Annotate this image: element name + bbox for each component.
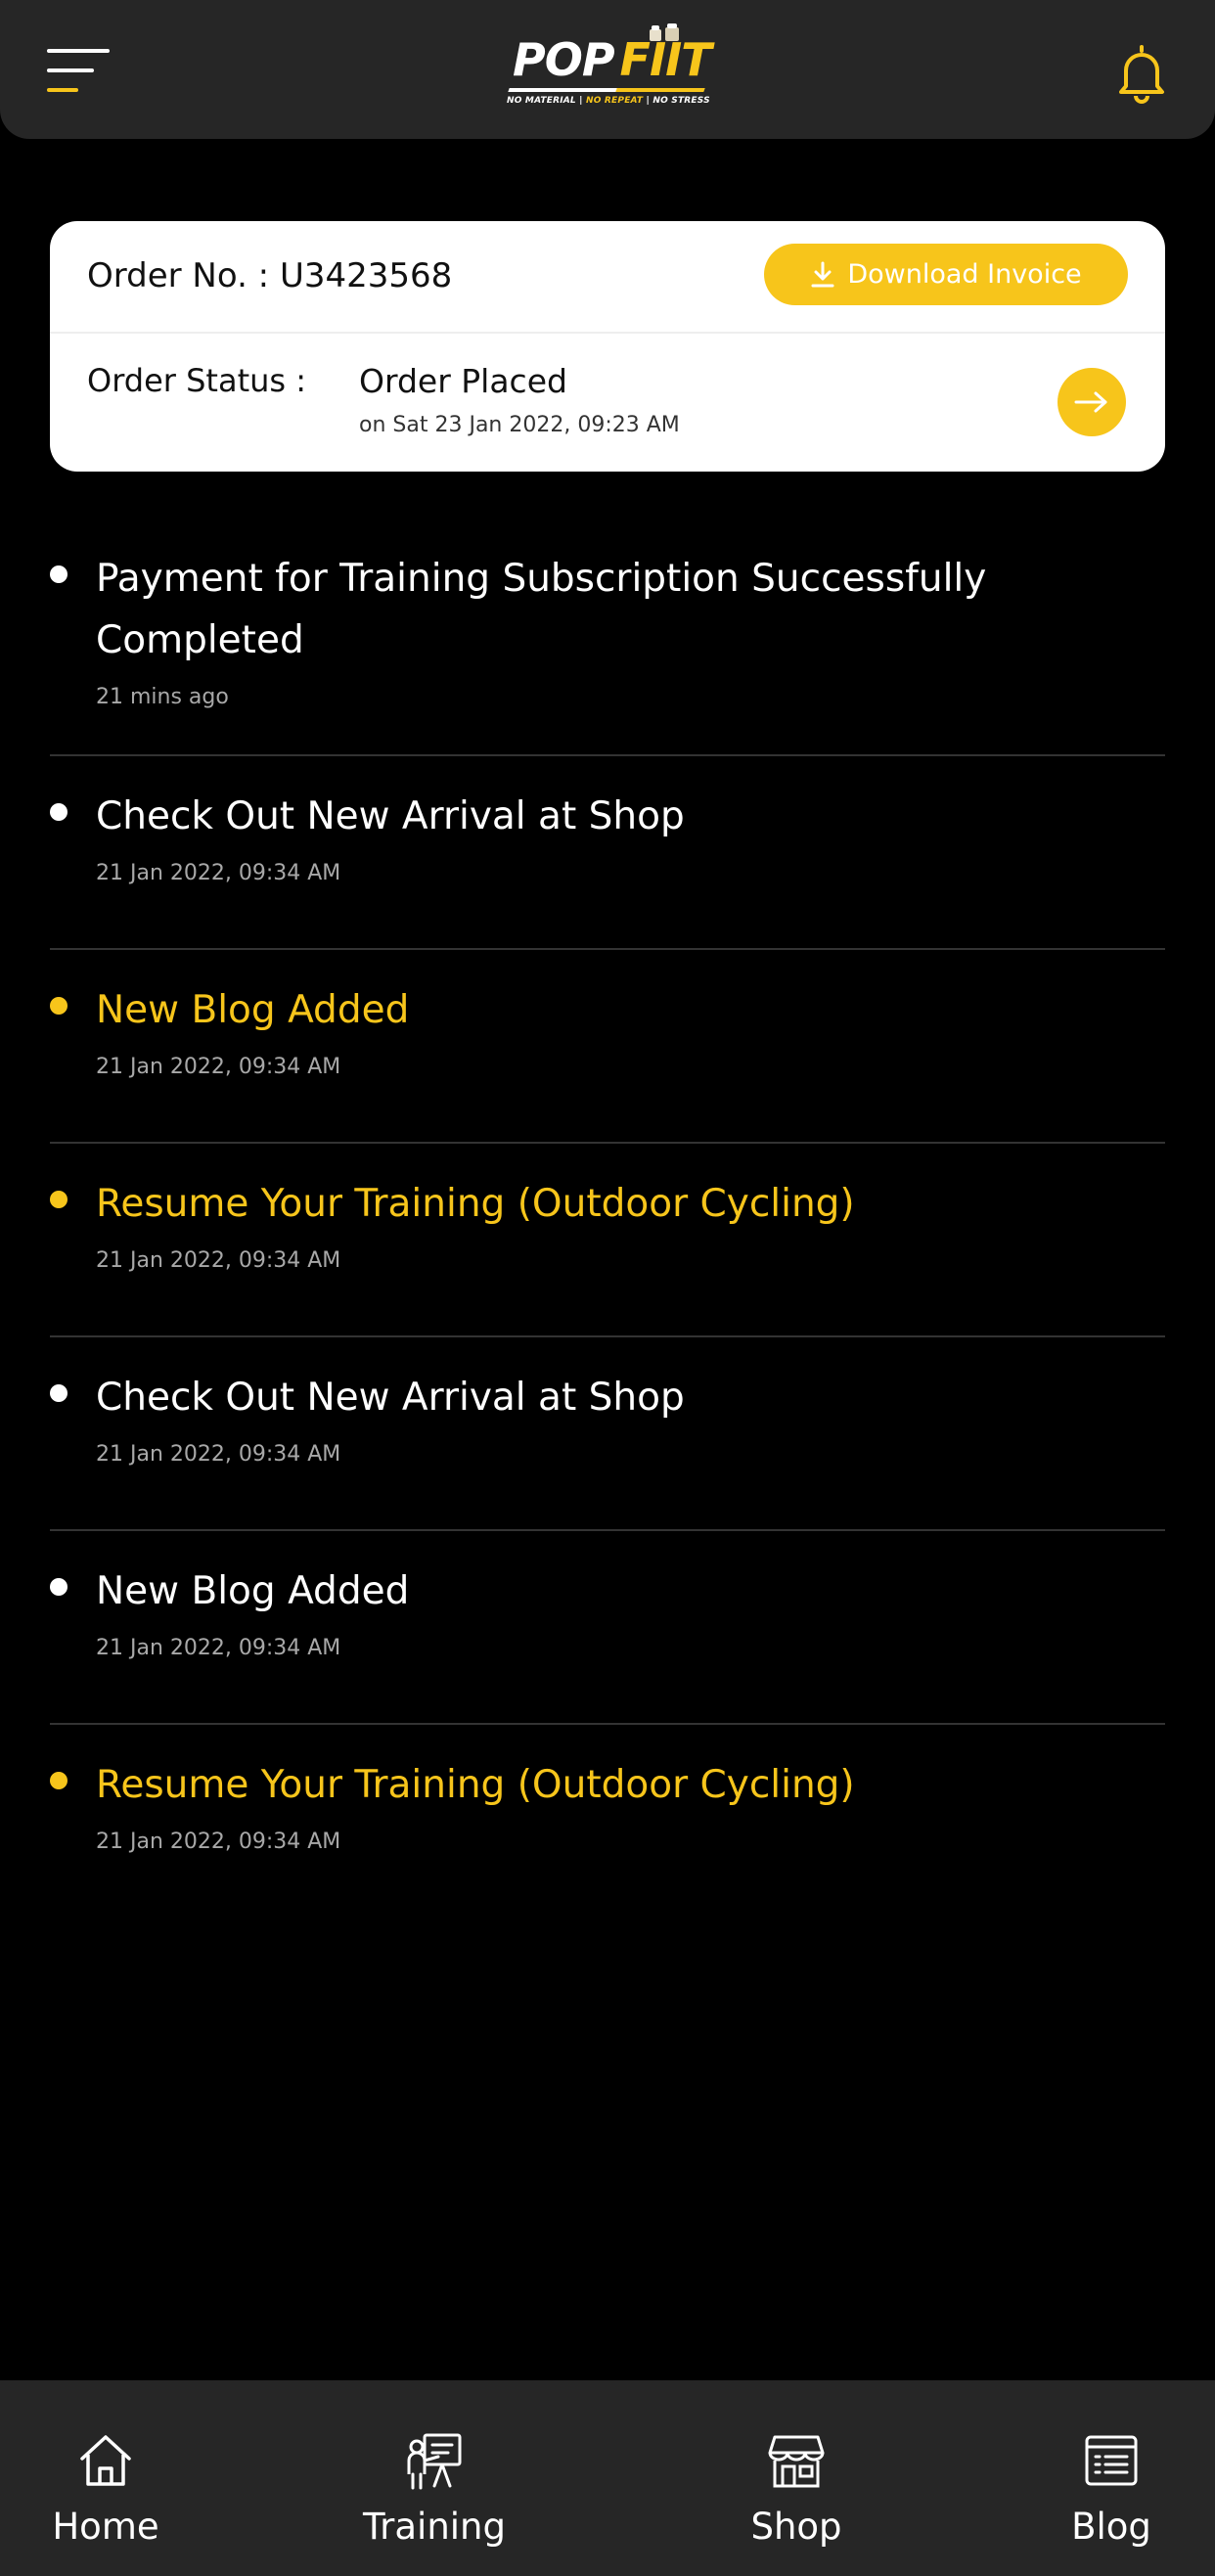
order-number-row: Order No. : U3423568 Download Invoice: [50, 221, 1165, 334]
bell-icon[interactable]: [1115, 43, 1168, 104]
notification-item[interactable]: Check Out New Arrival at Shop 21 Jan 202…: [50, 1337, 1165, 1531]
nav-blog-label: Blog: [1071, 2506, 1151, 2548]
order-number: Order No. : U3423568: [87, 256, 453, 295]
home-icon: [80, 2435, 131, 2486]
bullet-dot-icon: [50, 1384, 68, 1402]
bullet-dot-icon: [50, 565, 68, 583]
nav-blog[interactable]: Blog: [1013, 2380, 1209, 2576]
nav-shop-label: Shop: [750, 2506, 842, 2548]
bullet-dot-icon: [50, 1772, 68, 1789]
notification-time: 21 Jan 2022, 09:34 AM: [96, 861, 341, 885]
download-icon: [811, 261, 834, 287]
download-invoice-button[interactable]: Download Invoice: [764, 244, 1128, 305]
menu-line-bottom: [47, 88, 78, 92]
notification-item[interactable]: Check Out New Arrival at Shop 21 Jan 202…: [50, 756, 1165, 950]
bullet-dot-icon: [50, 997, 68, 1015]
logo-tagline-part1: NO MATERIAL |: [507, 96, 586, 106]
notification-item[interactable]: Payment for Training Subscription Succes…: [50, 519, 1165, 756]
notification-time: 21 mins ago: [96, 685, 229, 709]
notification-time: 21 Jan 2022, 09:34 AM: [96, 1248, 341, 1273]
nav-training[interactable]: Training: [337, 2380, 532, 2576]
notification-title: Payment for Training Subscription Succes…: [96, 557, 987, 662]
app-header: POP FIIT NO MATERIAL | NO REPEAT | NO STR…: [0, 0, 1215, 139]
bullet-dot-icon: [50, 1578, 68, 1596]
logo-tagline: NO MATERIAL | NO REPEAT | NO STRESS: [507, 96, 710, 106]
notification-title: Resume Your Training (Outdoor Cycling): [96, 1763, 855, 1807]
order-details-arrow-button[interactable]: [1058, 368, 1126, 436]
nav-shop[interactable]: Shop: [698, 2380, 894, 2576]
notification-title: Resume Your Training (Outdoor Cycling): [96, 1182, 855, 1226]
logo-fiit-text: FIIT: [619, 33, 712, 86]
download-invoice-label: Download Invoice: [847, 259, 1082, 290]
bottom-navigation: Home Training Shop Blog: [0, 2380, 1215, 2576]
logo-underline: [508, 88, 705, 92]
arrow-right-icon: [1074, 391, 1107, 413]
notification-time: 21 Jan 2022, 09:34 AM: [96, 1636, 341, 1660]
training-icon: [407, 2433, 462, 2490]
order-status-label: Order Status :: [87, 362, 307, 399]
menu-line-middle: [47, 68, 94, 72]
nav-home-label: Home: [52, 2506, 159, 2548]
notification-time: 21 Jan 2022, 09:34 AM: [96, 1442, 341, 1467]
notification-title: New Blog Added: [96, 988, 410, 1032]
logo-tagline-part2: NO REPEAT: [586, 96, 644, 106]
blog-icon: [1085, 2435, 1138, 2486]
hamburger-menu-icon[interactable]: [47, 43, 115, 98]
nav-home[interactable]: Home: [8, 2380, 203, 2576]
bullet-dot-icon: [50, 803, 68, 821]
notification-item[interactable]: Resume Your Training (Outdoor Cycling) 2…: [50, 1725, 1165, 1919]
logo-pop-text: POP: [513, 33, 615, 86]
notification-time: 21 Jan 2022, 09:34 AM: [96, 1055, 341, 1079]
notification-item[interactable]: New Blog Added 21 Jan 2022, 09:34 AM: [50, 1531, 1165, 1725]
bullet-dot-icon: [50, 1191, 68, 1208]
notification-time: 21 Jan 2022, 09:34 AM: [96, 1830, 341, 1854]
logo-tagline-part3: | NO STRESS: [643, 96, 710, 106]
nav-training-label: Training: [363, 2506, 506, 2548]
order-card: Order No. : U3423568 Download Invoice Or…: [50, 221, 1165, 472]
order-status-date: on Sat 23 Jan 2022, 09:23 AM: [359, 413, 680, 437]
popfiit-logo[interactable]: POP FIIT NO MATERIAL | NO REPEAT | NO STR…: [505, 23, 712, 115]
notification-item[interactable]: Resume Your Training (Outdoor Cycling) 2…: [50, 1144, 1165, 1337]
notification-item[interactable]: New Blog Added 21 Jan 2022, 09:34 AM: [50, 950, 1165, 1144]
notification-title: New Blog Added: [96, 1569, 410, 1613]
shop-icon: [768, 2435, 825, 2488]
notification-title: Check Out New Arrival at Shop: [96, 1376, 685, 1420]
menu-line-top: [47, 49, 110, 53]
logo-wordmark: POP FIIT: [513, 37, 712, 82]
order-status-value: Order Placed: [359, 362, 567, 400]
notification-list: Payment for Training Subscription Succes…: [50, 519, 1165, 1919]
notification-title: Check Out New Arrival at Shop: [96, 794, 685, 838]
